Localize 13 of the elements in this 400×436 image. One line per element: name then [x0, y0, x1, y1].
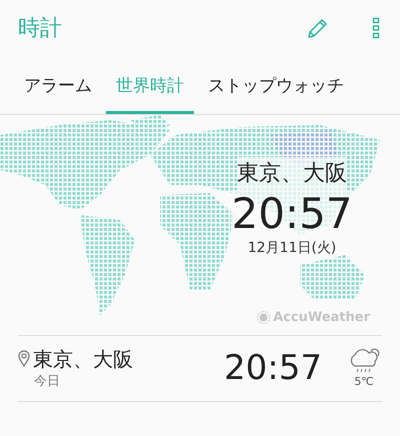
- city-name: 東京、大阪: [237, 157, 347, 190]
- tab[interactable]: ストップウォッチ: [202, 56, 350, 114]
- tab[interactable]: アラーム: [18, 56, 98, 114]
- more-options-icon[interactable]: [372, 17, 380, 39]
- city-name: 東京、大阪: [33, 346, 134, 372]
- clock-time: 20:57: [224, 347, 322, 390]
- app-title: 時計: [18, 14, 63, 42]
- clock-time: 20:57: [231, 190, 353, 238]
- temperature: 5℃: [354, 374, 374, 390]
- day-label: 今日: [33, 372, 61, 391]
- location-pin-icon: [18, 350, 30, 367]
- sun-icon: [257, 310, 270, 324]
- clock-date: 12月11日(火): [248, 238, 336, 259]
